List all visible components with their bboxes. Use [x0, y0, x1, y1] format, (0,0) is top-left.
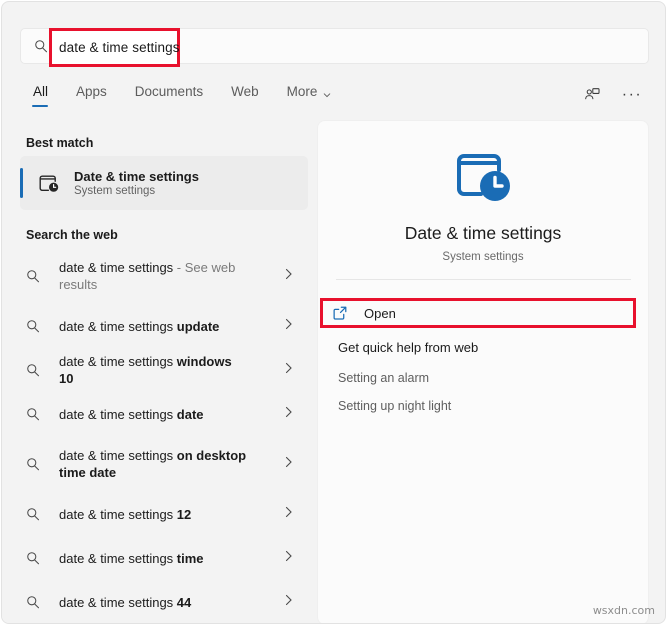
chevron-right-icon[interactable] — [284, 361, 293, 379]
list-item-label: date & time settings time — [59, 550, 204, 567]
suggestion-prefix: date & time settings — [59, 595, 177, 610]
help-link-setting-up-night-light[interactable]: Setting up night light — [338, 399, 451, 413]
search-icon — [26, 551, 46, 565]
search-icon — [26, 363, 46, 377]
suggestion-prefix: date & time settings — [59, 354, 177, 369]
preview-subtitle: System settings — [442, 251, 523, 263]
search-icon — [26, 269, 46, 283]
filter-tab-bar: All Apps Documents Web More — [2, 74, 666, 119]
open-button[interactable]: Open — [331, 301, 629, 325]
help-link-setting-an-alarm[interactable]: Setting an alarm — [338, 371, 429, 385]
search-icon — [26, 319, 46, 333]
tab-web[interactable]: Web — [217, 79, 273, 109]
tab-all[interactable]: All — [28, 79, 62, 109]
suggestion-suffix: update — [177, 319, 220, 334]
suggestion-prefix: date & time settings — [59, 507, 177, 522]
chevron-down-icon — [323, 87, 331, 95]
quick-help-title: Get quick help from web — [338, 340, 478, 355]
search-text-highlight-box[interactable]: date & time settings — [49, 28, 180, 67]
web-suggestion-list: date & time settings - See web results d… — [2, 248, 313, 624]
search-flyout-window: date & time settings All Apps Documents … — [1, 1, 666, 624]
list-item[interactable]: date & time settings 12 — [2, 492, 313, 536]
suggestion-suffix: time — [177, 551, 204, 566]
best-match-title: Date & time settings — [74, 169, 199, 184]
list-item[interactable]: date & time settings time — [2, 536, 313, 580]
tab-apps-label: Apps — [76, 84, 107, 99]
search-icon — [26, 457, 46, 471]
list-item-label: date & time settings update — [59, 318, 219, 335]
tab-web-label: Web — [231, 84, 259, 99]
chevron-right-icon[interactable] — [284, 405, 293, 423]
search-icon — [26, 595, 46, 609]
best-match-item[interactable]: Date & time settings System settings — [20, 156, 308, 210]
suggestion-suffix: date — [177, 407, 204, 422]
chevron-right-icon[interactable] — [284, 455, 293, 473]
open-external-icon — [331, 304, 349, 322]
search-icon — [26, 507, 46, 521]
date-time-settings-icon — [36, 170, 62, 196]
tab-documents[interactable]: Documents — [121, 79, 217, 109]
open-button-label: Open — [364, 306, 396, 321]
suggestion-prefix: date & time settings — [59, 260, 177, 275]
chevron-right-icon[interactable] — [284, 317, 293, 335]
list-item[interactable]: date & time settings update — [2, 304, 313, 348]
suggestion-prefix: date & time settings — [59, 319, 177, 334]
tab-bar-actions: ··· — [579, 82, 645, 108]
list-item[interactable]: date & time settings date — [2, 392, 313, 436]
chevron-right-icon[interactable] — [284, 267, 293, 285]
tab-more[interactable]: More — [273, 79, 346, 109]
chevron-right-icon[interactable] — [284, 549, 293, 567]
chevron-right-icon[interactable] — [284, 593, 293, 611]
selection-accent-bar — [20, 168, 23, 198]
list-item[interactable]: date & time settings on desktop time dat… — [2, 436, 313, 492]
preview-divider — [336, 279, 631, 280]
list-item-label: date & time settings date — [59, 406, 204, 423]
best-match-header: Best match — [2, 136, 93, 150]
tab-more-label: More — [287, 84, 318, 99]
suggestion-prefix: date & time settings — [59, 407, 177, 422]
search-bar-row: date & time settings — [2, 2, 666, 72]
chevron-right-icon[interactable] — [284, 505, 293, 523]
suggestion-suffix: 44 — [177, 595, 191, 610]
open-action-highlight-box: Open — [320, 298, 636, 328]
search-input-value: date & time settings — [59, 40, 180, 55]
list-item[interactable]: date & time settings windows 10 — [2, 348, 313, 392]
filter-tabs: All Apps Documents Web More — [28, 79, 345, 109]
suggestion-suffix: 12 — [177, 507, 191, 522]
feedback-icon[interactable] — [579, 82, 605, 108]
more-options-label: ··· — [622, 90, 642, 100]
list-item-label: date & time settings 12 — [59, 506, 191, 523]
best-match-texts: Date & time settings System settings — [74, 169, 199, 197]
search-icon — [26, 407, 46, 421]
tab-apps[interactable]: Apps — [62, 79, 121, 109]
watermark: wsxdn.com — [593, 604, 655, 617]
suggestion-prefix: date & time settings — [59, 551, 177, 566]
tab-all-label: All — [33, 84, 48, 99]
results-panel: Best match Date & time settings System s… — [2, 120, 313, 624]
date-time-settings-large-icon — [451, 143, 515, 207]
tab-active-underline — [32, 105, 48, 108]
preview-panel: Date & time settings System settings Ope… — [317, 120, 649, 624]
best-match-subtitle: System settings — [74, 185, 199, 197]
list-item-label: date & time settings 44 — [59, 594, 191, 611]
list-item[interactable]: date & time settings 44 — [2, 580, 313, 624]
list-item-label: date & time settings - See web results — [59, 259, 249, 293]
search-the-web-header: Search the web — [2, 228, 118, 242]
list-item[interactable]: date & time settings - See web results — [2, 248, 313, 304]
list-item-label: date & time settings windows 10 — [59, 353, 249, 387]
preview-title: Date & time settings — [405, 223, 562, 244]
tab-documents-label: Documents — [135, 84, 203, 99]
more-options-icon[interactable]: ··· — [619, 82, 645, 108]
suggestion-prefix: date & time settings — [59, 448, 177, 463]
list-item-label: date & time settings on desktop time dat… — [59, 447, 249, 481]
preview-hero: Date & time settings System settings — [318, 143, 648, 263]
